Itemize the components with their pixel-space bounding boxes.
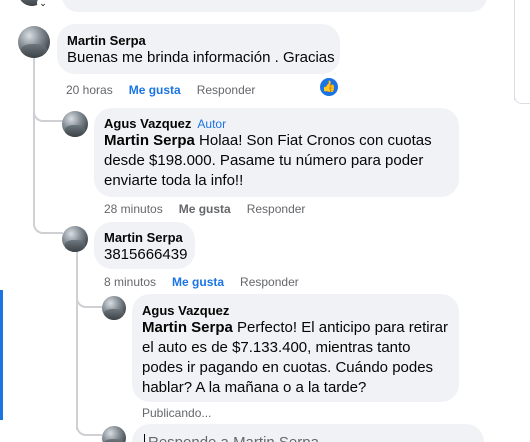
avatar[interactable]: [18, 26, 50, 58]
like-button[interactable]: Me gusta: [172, 275, 224, 289]
comment-text: Martin Serpa Perfecto! El anticipo para …: [142, 318, 452, 398]
avatar[interactable]: [62, 111, 88, 137]
chevron-down-icon[interactable]: ⌄: [37, 0, 49, 9]
comment-bubble: Agus Vazquez Martin Serpa Perfecto! El a…: [132, 294, 459, 402]
publishing-status: Publicando...: [142, 406, 212, 420]
right-panel-corner: [514, 92, 530, 104]
avatar[interactable]: [62, 226, 88, 252]
comment-time[interactable]: 20 horas: [66, 83, 113, 97]
avatar: [102, 426, 126, 442]
thread-connector-2: [33, 210, 63, 234]
thread-connector-4: [76, 418, 102, 436]
thread-line-nested: [76, 250, 78, 430]
top-cropped-bubble: [62, 0, 487, 12]
thread-connector-1: [33, 100, 63, 122]
comment-bubble: Martin Serpa Buenas me brinda informació…: [57, 24, 340, 74]
author-badge: Autor: [197, 117, 227, 131]
like-reaction-icon[interactable]: 👍: [320, 78, 338, 96]
highlight-bar: [0, 290, 3, 420]
comment-time[interactable]: 8 minutos: [104, 275, 156, 289]
like-button[interactable]: Me gusta: [179, 202, 231, 216]
comment-actions: 8 minutos Me gusta Responder: [104, 275, 299, 289]
text-cursor: [144, 434, 145, 442]
like-button[interactable]: Me gusta: [129, 83, 181, 97]
reply-button[interactable]: Responder: [247, 202, 306, 216]
mention-link[interactable]: Martin Serpa: [104, 132, 195, 149]
comment-text: 3815666439: [104, 246, 188, 263]
comment-actions: 20 horas Me gusta Responder: [66, 83, 255, 97]
reply-input[interactable]: Responde a Martin Serpa: [132, 424, 484, 442]
comment-author[interactable]: Agus Vazquez: [104, 116, 191, 131]
comment-author[interactable]: Martin Serpa: [67, 33, 146, 48]
reply-button[interactable]: Responder: [240, 275, 299, 289]
avatar[interactable]: [102, 296, 126, 320]
comment-text: Buenas me brinda información . Gracias: [67, 49, 335, 66]
comment-time[interactable]: 28 minutos: [104, 202, 163, 216]
reply-button[interactable]: Responder: [197, 83, 256, 97]
comment-author[interactable]: Martin Serpa: [104, 230, 183, 245]
comment-author[interactable]: Agus Vazquez: [142, 303, 229, 318]
comment-actions: 28 minutos Me gusta Responder: [104, 202, 305, 216]
comment-bubble: Agus Vazquez Autor Martin Serpa Holaa! So…: [94, 108, 459, 197]
right-panel-divider: [514, 0, 515, 100]
comment-bubble: Martin Serpa 3815666439: [94, 222, 195, 269]
thread-line-main: [33, 58, 35, 218]
comment-text: Martin Serpa Holaa! Son Fiat Cronos con …: [104, 131, 444, 191]
reply-placeholder: Responde a Martin Serpa: [148, 434, 319, 442]
thread-connector-3: [76, 290, 102, 308]
mention-link[interactable]: Martin Serpa: [142, 319, 233, 336]
